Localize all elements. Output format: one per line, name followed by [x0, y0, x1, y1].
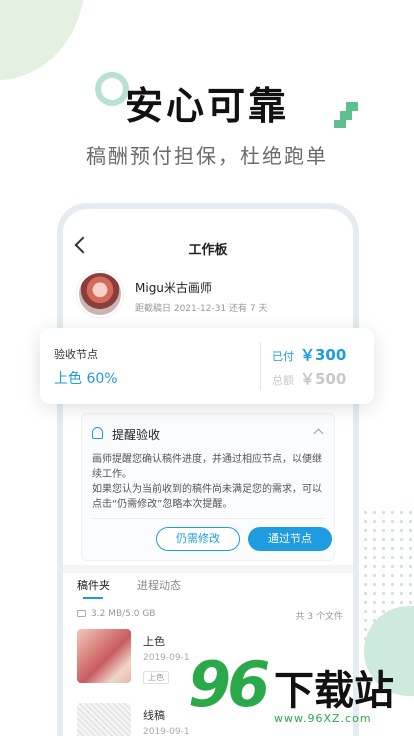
tab-progress[interactable]: 进程动态: [137, 577, 181, 593]
reminder-text: 画师提醒您确认稿件进度，并通过相应节点，以便继续工作。 如果您认为当前收到的稿件…: [92, 452, 328, 512]
reminder-title: 提醒验收: [112, 428, 161, 442]
screen-title: 工作板: [188, 243, 228, 258]
milestone-label: 验收节点: [54, 348, 98, 361]
storage-usage: 3.2 MB/5.0 GB: [91, 609, 156, 619]
watermark-name: 下载站: [274, 668, 394, 714]
watermark-url: www.96XZ.com: [274, 712, 372, 725]
file-tag: 上色: [143, 671, 169, 684]
page: 安心可靠 稿酬预付担保，杜绝跑单 工作板 Migu米古画师 距截稿日 2021-…: [0, 0, 414, 736]
paid-amount: ￥300: [300, 346, 347, 364]
section-gap: [63, 565, 353, 573]
milestone-value: 上色 60%: [54, 371, 118, 387]
milestone-card: 验收节点 上色 60% 已付 ￥300 总额 ￥500: [40, 328, 374, 404]
artist-header: Migu米古画师 距截稿日 2021-12-31 还有 7 天: [77, 271, 343, 325]
deadline-info: 距截稿日 2021-12-31 还有 7 天: [135, 304, 268, 314]
hero-subtitle: 稿酬预付担保，杜绝跑单: [86, 144, 328, 168]
file-name: 上色: [143, 635, 165, 648]
bell-icon: [92, 427, 103, 439]
divider: [260, 342, 261, 390]
paid-label: 已付: [272, 350, 294, 363]
total-label: 总额: [272, 374, 294, 387]
watermark-number: 96: [188, 648, 270, 721]
file-date: 2019-09-1: [143, 727, 190, 736]
watermark-number-text: 96: [188, 648, 270, 721]
watermark-logo: 96 下载站 www.96XZ.com: [188, 648, 414, 736]
file-thumbnail: [77, 629, 131, 683]
approve-milestone-button[interactable]: 通过节点: [248, 527, 332, 551]
chevron-up-icon[interactable]: [313, 428, 324, 439]
total-amount: ￥500: [300, 370, 347, 388]
file-thumbnail: [77, 703, 131, 736]
reminder-panel: 提醒验收 画师提醒您确认稿件进度，并通过相应节点，以便继续工作。 如果您认为当前…: [81, 413, 335, 561]
nav-bar: 工作板: [63, 236, 353, 261]
reminder-text-line2: 如果您认为当前收到的稿件尚未满足您的需求，可以点击“仍需修改”忽略本次提醒。: [92, 484, 322, 510]
divider: [92, 518, 324, 519]
folder-icon: [77, 610, 86, 617]
artist-name: Migu米古画师: [135, 281, 212, 295]
tab-drafts[interactable]: 稿件夹: [77, 577, 110, 599]
decorative-blob: [0, 0, 85, 80]
file-name: 线稿: [143, 709, 165, 722]
hero-title: 安心可靠: [124, 84, 289, 128]
file-count: 共 3 个文件: [295, 612, 343, 622]
avatar[interactable]: [77, 271, 123, 317]
request-changes-button[interactable]: 仍需修改: [156, 527, 240, 551]
file-date: 2019-09-1: [143, 653, 190, 663]
reminder-text-line1: 画师提醒您确认稿件进度，并通过相应节点，以便继续工作。: [92, 454, 322, 480]
